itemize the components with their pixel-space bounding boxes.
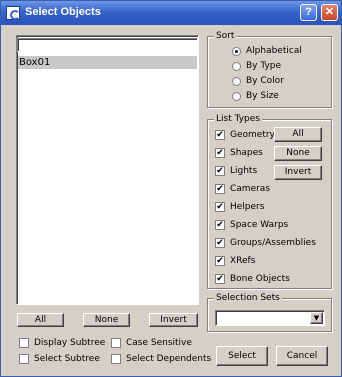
dialog-title: Select Objects	[25, 6, 101, 18]
sort-by-size-radio[interactable]	[232, 92, 241, 101]
app-icon	[6, 6, 20, 20]
list-all-button[interactable]: All	[17, 313, 64, 327]
shapes-checkbox[interactable]: ✔	[215, 148, 225, 158]
list-invert-button[interactable]: Invert	[149, 313, 198, 327]
list-types-all-button[interactable]: All	[274, 127, 322, 142]
sort-group: Sort Alphabetical By Type By Color By Si…	[207, 31, 332, 108]
list-types-none-button[interactable]: None	[274, 146, 322, 161]
select-dependents-checkbox[interactable]	[111, 354, 121, 364]
sort-group-label: Sort	[214, 31, 237, 41]
bone-objects-checkbox[interactable]: ✔	[215, 274, 225, 284]
title-bar: Select Objects ? ✕	[1, 1, 341, 25]
help-button[interactable]: ?	[300, 4, 317, 21]
case-sensitive-checkbox[interactable]	[111, 338, 121, 348]
close-button[interactable]: ✕	[321, 4, 338, 21]
space-warps-checkbox[interactable]: ✔	[215, 220, 225, 230]
select-objects-dialog: Select Objects ? ✕ Box01 All None Invert…	[0, 0, 342, 377]
select-button[interactable]: Select	[216, 346, 268, 366]
xrefs-checkbox[interactable]: ✔	[215, 256, 225, 266]
groups-assemblies-checkbox[interactable]: ✔	[215, 238, 225, 248]
select-subtree-checkbox[interactable]	[19, 354, 29, 364]
sort-by-color-radio[interactable]	[232, 77, 241, 86]
list-types-label: List Types	[214, 114, 262, 124]
selection-sets-group: Selection Sets ▼	[207, 293, 332, 332]
lights-checkbox[interactable]: ✔	[215, 166, 225, 176]
list-none-button[interactable]: None	[83, 313, 130, 327]
list-types-invert-button[interactable]: Invert	[274, 165, 322, 180]
display-subtree-checkbox[interactable]	[19, 338, 29, 348]
object-list[interactable]	[16, 35, 199, 305]
list-types-group: List Types ✔ Geometry ✔ Shapes ✔ Lights …	[207, 114, 332, 289]
cancel-button[interactable]: Cancel	[276, 346, 328, 366]
geometry-checkbox[interactable]: ✔	[215, 130, 225, 140]
chevron-down-icon[interactable]: ▼	[310, 312, 323, 324]
selection-sets-dropdown[interactable]: ▼	[215, 310, 325, 326]
sort-by-type-radio[interactable]	[232, 62, 241, 71]
list-item-box01[interactable]: Box01	[18, 56, 197, 69]
selection-sets-label: Selection Sets	[214, 293, 282, 303]
cameras-checkbox[interactable]: ✔	[215, 184, 225, 194]
helpers-checkbox[interactable]: ✔	[215, 202, 225, 212]
name-filter-input-overlay[interactable]	[17, 38, 198, 52]
sort-alphabetical-radio[interactable]	[232, 47, 241, 56]
